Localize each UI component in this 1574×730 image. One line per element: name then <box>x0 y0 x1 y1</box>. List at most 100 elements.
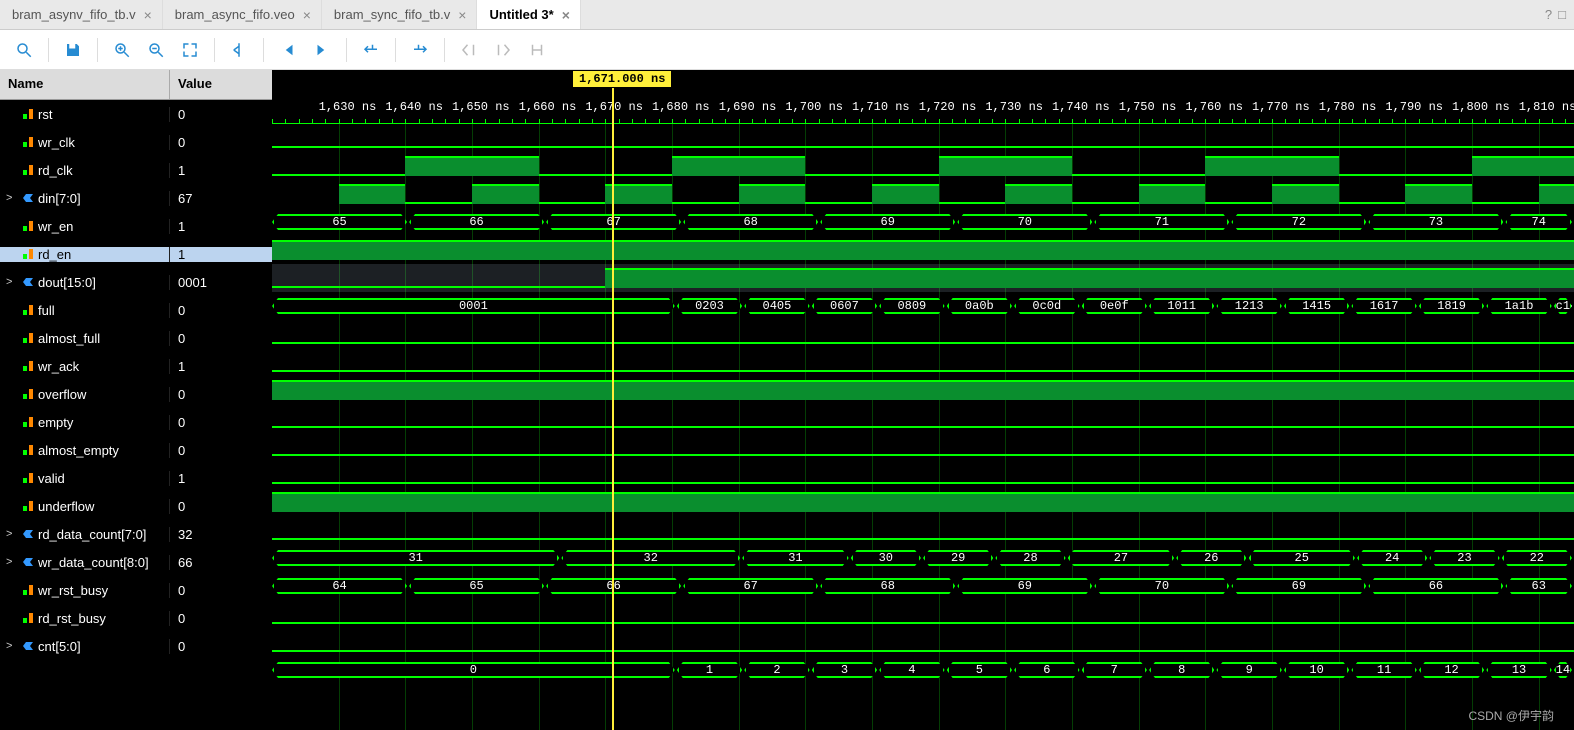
expand-icon[interactable]: > <box>6 276 18 288</box>
signal-row-valid[interactable]: valid1 <box>0 464 272 492</box>
bus-value: 30 <box>879 551 893 565</box>
signal-name: almost_full <box>38 331 100 346</box>
wave-row-almost-full[interactable] <box>272 348 1574 376</box>
header-name[interactable]: Name <box>0 70 170 99</box>
bus-value: 1011 <box>1167 299 1196 313</box>
save-icon[interactable] <box>57 34 89 66</box>
wave-row-valid[interactable] <box>272 488 1574 516</box>
signal-row-wr-ack[interactable]: wr_ack1 <box>0 352 272 380</box>
ruler-tick: 1,710 ns <box>852 100 910 114</box>
zoom-out-icon[interactable] <box>140 34 172 66</box>
bus-value: 66 <box>469 215 483 229</box>
search-icon[interactable] <box>8 34 40 66</box>
bit-signal-icon <box>22 108 34 120</box>
signal-row-wr-data-count-8-0-[interactable]: >wr_data_count[8:0]66 <box>0 548 272 576</box>
wave-row-wr-rst-busy[interactable] <box>272 600 1574 628</box>
expand-icon[interactable]: > <box>6 556 18 568</box>
signal-row-rd-data-count-7-0-[interactable]: >rd_data_count[7:0]32 <box>0 520 272 548</box>
signal-row-rst[interactable]: rst0 <box>0 100 272 128</box>
bus-value: 26 <box>1204 551 1218 565</box>
tab-2[interactable]: bram_sync_fifo_tb.v× <box>322 0 478 29</box>
wave-row-underflow[interactable] <box>272 516 1574 544</box>
cursor-line[interactable] <box>612 70 614 730</box>
wave-row-empty[interactable] <box>272 432 1574 460</box>
wave-row-rd-en[interactable] <box>272 264 1574 292</box>
bus-value: 31 <box>408 551 422 565</box>
bus-value: 3 <box>841 663 848 677</box>
signal-row-rd-clk[interactable]: rd_clk1 <box>0 156 272 184</box>
close-icon[interactable]: × <box>562 7 570 23</box>
expand-icon[interactable]: > <box>6 192 18 204</box>
close-icon[interactable]: × <box>303 7 311 23</box>
separator <box>48 38 49 62</box>
zoom-fit-icon[interactable] <box>174 34 206 66</box>
cursor-label[interactable]: 1,671.000 ns <box>572 70 672 88</box>
signal-row-almost-full[interactable]: almost_full0 <box>0 324 272 352</box>
next-transition-icon[interactable] <box>404 34 436 66</box>
signal-row-rd-rst-busy[interactable]: rd_rst_busy0 <box>0 604 272 632</box>
wave-row-rd-rst-busy[interactable] <box>272 628 1574 656</box>
ruler-tick: 1,800 ns <box>1452 100 1510 114</box>
bit-signal-icon <box>22 612 34 624</box>
wave-row-cnt-5-0-[interactable]: 01234567891011121314 <box>272 656 1574 684</box>
zoom-in-icon[interactable] <box>106 34 138 66</box>
bus-segment: 3 <box>812 662 877 678</box>
wave-row-wr-clk[interactable] <box>272 152 1574 180</box>
swap-marker-icon[interactable] <box>521 34 553 66</box>
signal-row-dout-15-0-[interactable]: >dout[15:0]0001 <box>0 268 272 296</box>
signal-row-wr-en[interactable]: wr_en1 <box>0 212 272 240</box>
signal-row-wr-rst-busy[interactable]: wr_rst_busy0 <box>0 576 272 604</box>
signal-row-empty[interactable]: empty0 <box>0 408 272 436</box>
wave-row-din-7-0-[interactable]: 65666768697071727374 <box>272 208 1574 236</box>
bus-segment: 65 <box>272 214 407 230</box>
wave-row-full[interactable] <box>272 320 1574 348</box>
go-end-icon[interactable] <box>306 34 338 66</box>
signal-row-cnt-5-0-[interactable]: >cnt[5:0]0 <box>0 632 272 660</box>
bus-segment: 0405 <box>744 298 809 314</box>
wave-row-dout-15-0-[interactable]: 000102030405060708090a0b0c0d0e0f10111213… <box>272 292 1574 320</box>
expand-icon[interactable]: > <box>6 528 18 540</box>
prev-transition-icon[interactable] <box>355 34 387 66</box>
go-start-icon[interactable] <box>272 34 304 66</box>
bit-signal-icon <box>22 472 34 484</box>
wave-row-overflow[interactable] <box>272 404 1574 432</box>
help-icon[interactable]: ? <box>1545 7 1552 22</box>
goto-cursor-icon[interactable] <box>223 34 255 66</box>
maximize-icon[interactable]: □ <box>1558 7 1566 22</box>
signal-row-almost-empty[interactable]: almost_empty0 <box>0 436 272 464</box>
bus-value: 1819 <box>1437 299 1466 313</box>
close-icon[interactable]: × <box>144 7 152 23</box>
header-value[interactable]: Value <box>170 70 272 99</box>
bus-value: 69 <box>1292 579 1306 593</box>
signal-row-rd-en[interactable]: rd_en1 <box>0 240 272 268</box>
bus-segment: 69 <box>820 214 955 230</box>
ruler-tick: 1,790 ns <box>1385 100 1443 114</box>
wave-row-wr-ack[interactable] <box>272 376 1574 404</box>
bus-value: 28 <box>1023 551 1037 565</box>
tab-1[interactable]: bram_async_fifo.veo× <box>163 0 322 29</box>
wave-row-rd-data-count-7-0-[interactable]: 313231302928272625242322 <box>272 544 1574 572</box>
expand-icon[interactable]: > <box>6 640 18 652</box>
tab-3[interactable]: Untitled 3*× <box>477 0 580 29</box>
bit-signal-icon <box>22 416 34 428</box>
wave-row-rd-clk[interactable] <box>272 180 1574 208</box>
signal-row-overflow[interactable]: overflow0 <box>0 380 272 408</box>
wave-row-wr-data-count-8-0-[interactable]: 64656667686970696663 <box>272 572 1574 600</box>
bus-segment: 31 <box>272 550 559 566</box>
wave-row-rst[interactable] <box>272 124 1574 152</box>
next-marker-icon[interactable] <box>487 34 519 66</box>
signal-row-full[interactable]: full0 <box>0 296 272 324</box>
signal-row-din-7-0-[interactable]: >din[7:0]67 <box>0 184 272 212</box>
wave-row-almost-empty[interactable] <box>272 460 1574 488</box>
close-icon[interactable]: × <box>458 7 466 23</box>
wave-row-wr-en[interactable] <box>272 236 1574 264</box>
signal-row-underflow[interactable]: underflow0 <box>0 492 272 520</box>
tab-0[interactable]: bram_asynv_fifo_tb.v× <box>0 0 163 29</box>
time-ruler[interactable]: 1,630 ns1,640 ns1,650 ns1,660 ns1,670 ns… <box>272 100 1574 124</box>
bus-segment: 1213 <box>1216 298 1281 314</box>
prev-marker-icon[interactable] <box>453 34 485 66</box>
bus-signal-icon <box>22 640 34 652</box>
signal-row-wr-clk[interactable]: wr_clk0 <box>0 128 272 156</box>
waveform-area[interactable]: 1,671.000 ns 1,630 ns1,640 ns1,650 ns1,6… <box>272 70 1574 730</box>
bus-segment: 28 <box>995 550 1065 566</box>
